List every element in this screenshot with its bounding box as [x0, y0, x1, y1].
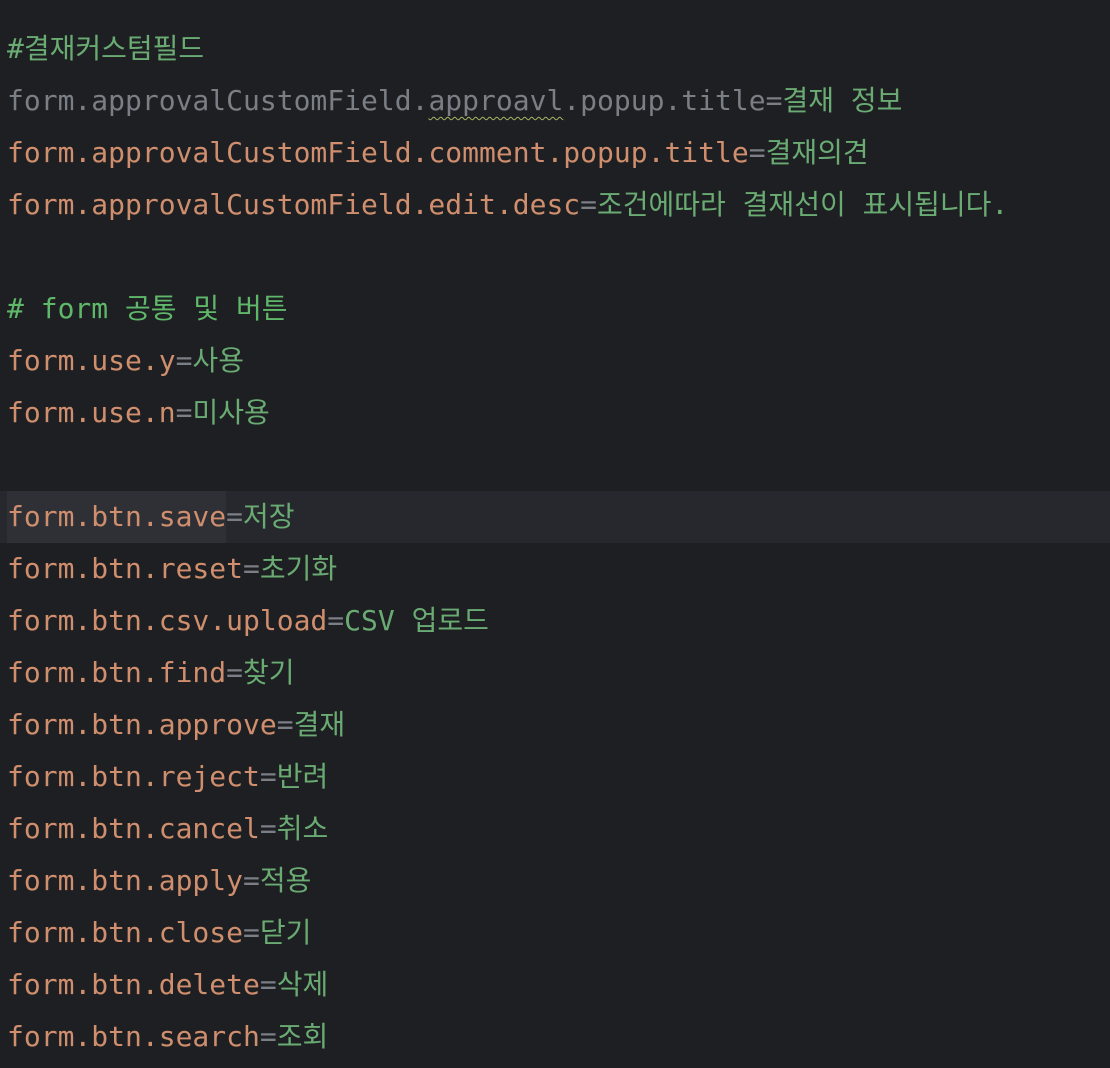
- property-value: 닫기: [259, 916, 312, 949]
- property-value: 삭제: [276, 968, 329, 1001]
- separator: =: [580, 188, 598, 221]
- property-line[interactable]: form.use.n=미사용: [0, 387, 1110, 439]
- current-line[interactable]: form.btn.save=저장: [0, 491, 1110, 543]
- comment-text: # form 공통 및 버튼: [7, 292, 288, 325]
- property-key: form.approvalCustomField.comment.popup.t…: [7, 136, 749, 169]
- property-value: 사용: [192, 344, 244, 377]
- property-value: 조회: [276, 1020, 329, 1053]
- property-line[interactable]: form.approvalCustomField.edit.desc=조건에따라…: [0, 179, 1110, 231]
- property-key: form.approvalCustomField.: [7, 84, 429, 117]
- property-key: form.btn.search: [7, 1020, 260, 1053]
- property-line[interactable]: form.btn.cancel=취소: [0, 803, 1110, 855]
- property-value: 저장: [243, 500, 295, 533]
- comment-line[interactable]: # form 공통 및 버튼: [0, 283, 1110, 335]
- property-value: 결재의견: [765, 136, 869, 169]
- code-editor[interactable]: #결재커스텀필드 form.approvalCustomField.approa…: [0, 0, 1110, 1068]
- separator: =: [765, 84, 783, 117]
- property-line[interactable]: form.approvalCustomField.comment.popup.t…: [0, 127, 1110, 179]
- property-key: form.btn.delete: [7, 968, 260, 1001]
- separator: =: [748, 136, 766, 169]
- comment-line[interactable]: #결재커스텀필드: [0, 23, 1110, 75]
- separator: =: [243, 552, 260, 585]
- property-line[interactable]: form.btn.reset=초기화: [0, 543, 1110, 595]
- property-line[interactable]: form.btn.close=닫기: [0, 907, 1110, 959]
- property-line[interactable]: form.btn.apply=적용: [0, 855, 1110, 907]
- property-value: 적용: [259, 864, 312, 897]
- property-key: form.btn.reset: [7, 552, 244, 585]
- property-line[interactable]: form.approvalCustomField.approavl.popup.…: [0, 75, 1110, 127]
- property-value: 조건에따라 결재선이 표시됩니다.: [597, 188, 1009, 221]
- property-key: form.btn.close: [7, 916, 244, 949]
- separator: =: [327, 604, 345, 637]
- separator: =: [175, 396, 193, 429]
- separator: =: [259, 1020, 277, 1053]
- blank-line[interactable]: [0, 231, 1110, 283]
- property-value: CSV 업로드: [344, 604, 489, 637]
- separator: =: [259, 812, 277, 845]
- separator: =: [243, 916, 260, 949]
- separator: =: [175, 344, 193, 377]
- property-key: form.approvalCustomField.edit.desc: [7, 188, 581, 221]
- property-key: form.btn.reject: [7, 760, 260, 793]
- property-key: form.btn.save: [7, 491, 227, 543]
- property-line[interactable]: form.use.y=사용: [0, 335, 1110, 387]
- property-line[interactable]: form.btn.search=조회: [0, 1011, 1110, 1063]
- property-line[interactable]: form.btn.reject=반려: [0, 751, 1110, 803]
- separator: =: [243, 864, 260, 897]
- comment-text: #결재커스텀필드: [7, 32, 205, 65]
- separator: =: [226, 656, 244, 689]
- property-line[interactable]: form.btn.delete=삭제: [0, 959, 1110, 1011]
- separator: =: [226, 500, 244, 533]
- property-key: form.use.n: [7, 396, 176, 429]
- property-key: form.use.y: [7, 344, 176, 377]
- property-key: .popup.title: [563, 84, 766, 117]
- separator: =: [259, 968, 277, 1001]
- blank-line[interactable]: [0, 439, 1110, 491]
- property-value: 결재 정보: [782, 84, 903, 117]
- property-key: form.btn.csv.upload: [7, 604, 328, 637]
- property-key: form.btn.apply: [7, 864, 244, 897]
- property-key: form.btn.cancel: [7, 812, 260, 845]
- property-value: 결재: [293, 708, 346, 741]
- property-value: 찾기: [243, 656, 295, 689]
- property-value: 초기화: [259, 552, 338, 585]
- property-value: 미사용: [192, 396, 270, 429]
- property-key: form.btn.approve: [7, 708, 277, 741]
- property-key: form.btn.find: [7, 656, 227, 689]
- property-line[interactable]: form.btn.find=찾기: [0, 647, 1110, 699]
- spelling-typo-word: approavl: [428, 84, 564, 117]
- property-line[interactable]: form.btn.csv.upload=CSV 업로드: [0, 595, 1110, 647]
- property-value: 반려: [276, 760, 329, 793]
- property-value: 취소: [276, 812, 329, 845]
- property-line[interactable]: form.btn.approve=결재: [0, 699, 1110, 751]
- separator: =: [276, 708, 294, 741]
- separator: =: [259, 760, 277, 793]
